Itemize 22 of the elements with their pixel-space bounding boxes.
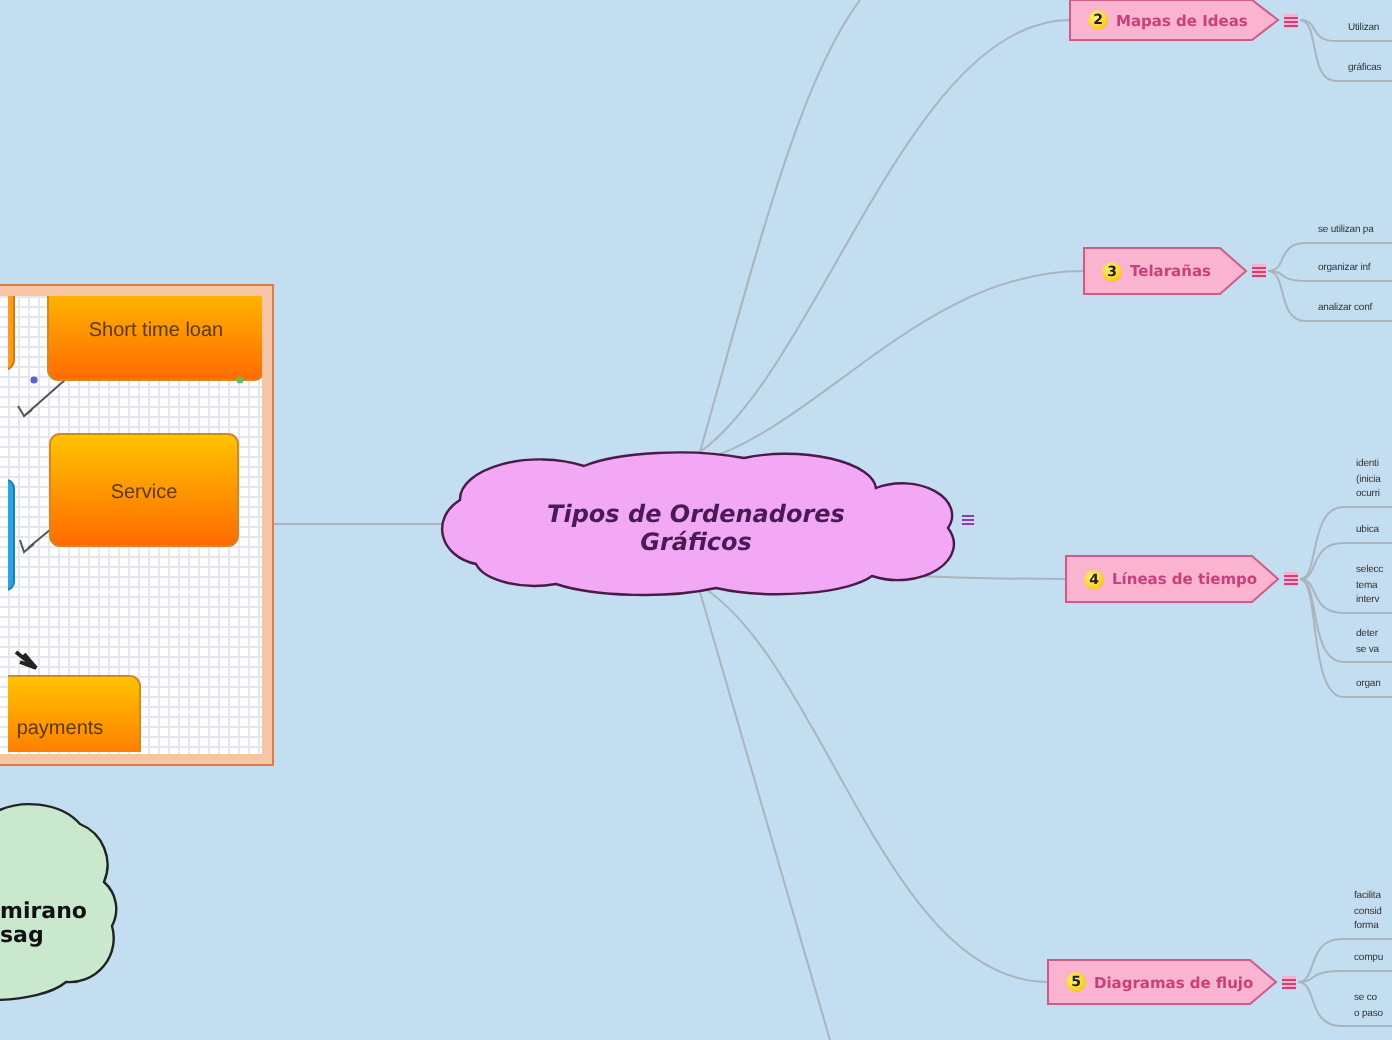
topic-node[interactable] — [1047, 959, 1278, 1005]
notes-icon[interactable] — [1284, 572, 1298, 586]
flowchart-box — [8, 675, 141, 752]
notes-icon[interactable] — [1252, 264, 1266, 278]
notes-icon[interactable] — [1284, 13, 1298, 27]
notes-icon[interactable] — [962, 514, 974, 526]
arrow-line — [14, 650, 38, 670]
flowchart-box — [8, 296, 15, 371]
topic-node[interactable] — [1069, 0, 1280, 41]
handle-dot — [236, 376, 244, 384]
topic-node[interactable] — [1083, 247, 1248, 295]
box-label: Service — [110, 482, 178, 504]
box-label: payments — [16, 718, 104, 740]
topic-cloud[interactable] — [0, 802, 118, 1002]
central-topic-title: Tipos de Ordenadores Gráficos — [545, 500, 847, 556]
topic-cloud[interactable] — [441, 451, 956, 597]
flowchart-box — [8, 479, 15, 591]
notes-icon[interactable] — [1282, 975, 1296, 989]
box-label: Short time loan — [88, 320, 224, 342]
side-topic-title: mirano sag — [0, 900, 87, 948]
topic-node[interactable] — [1065, 555, 1280, 603]
handle-dot — [30, 376, 38, 384]
